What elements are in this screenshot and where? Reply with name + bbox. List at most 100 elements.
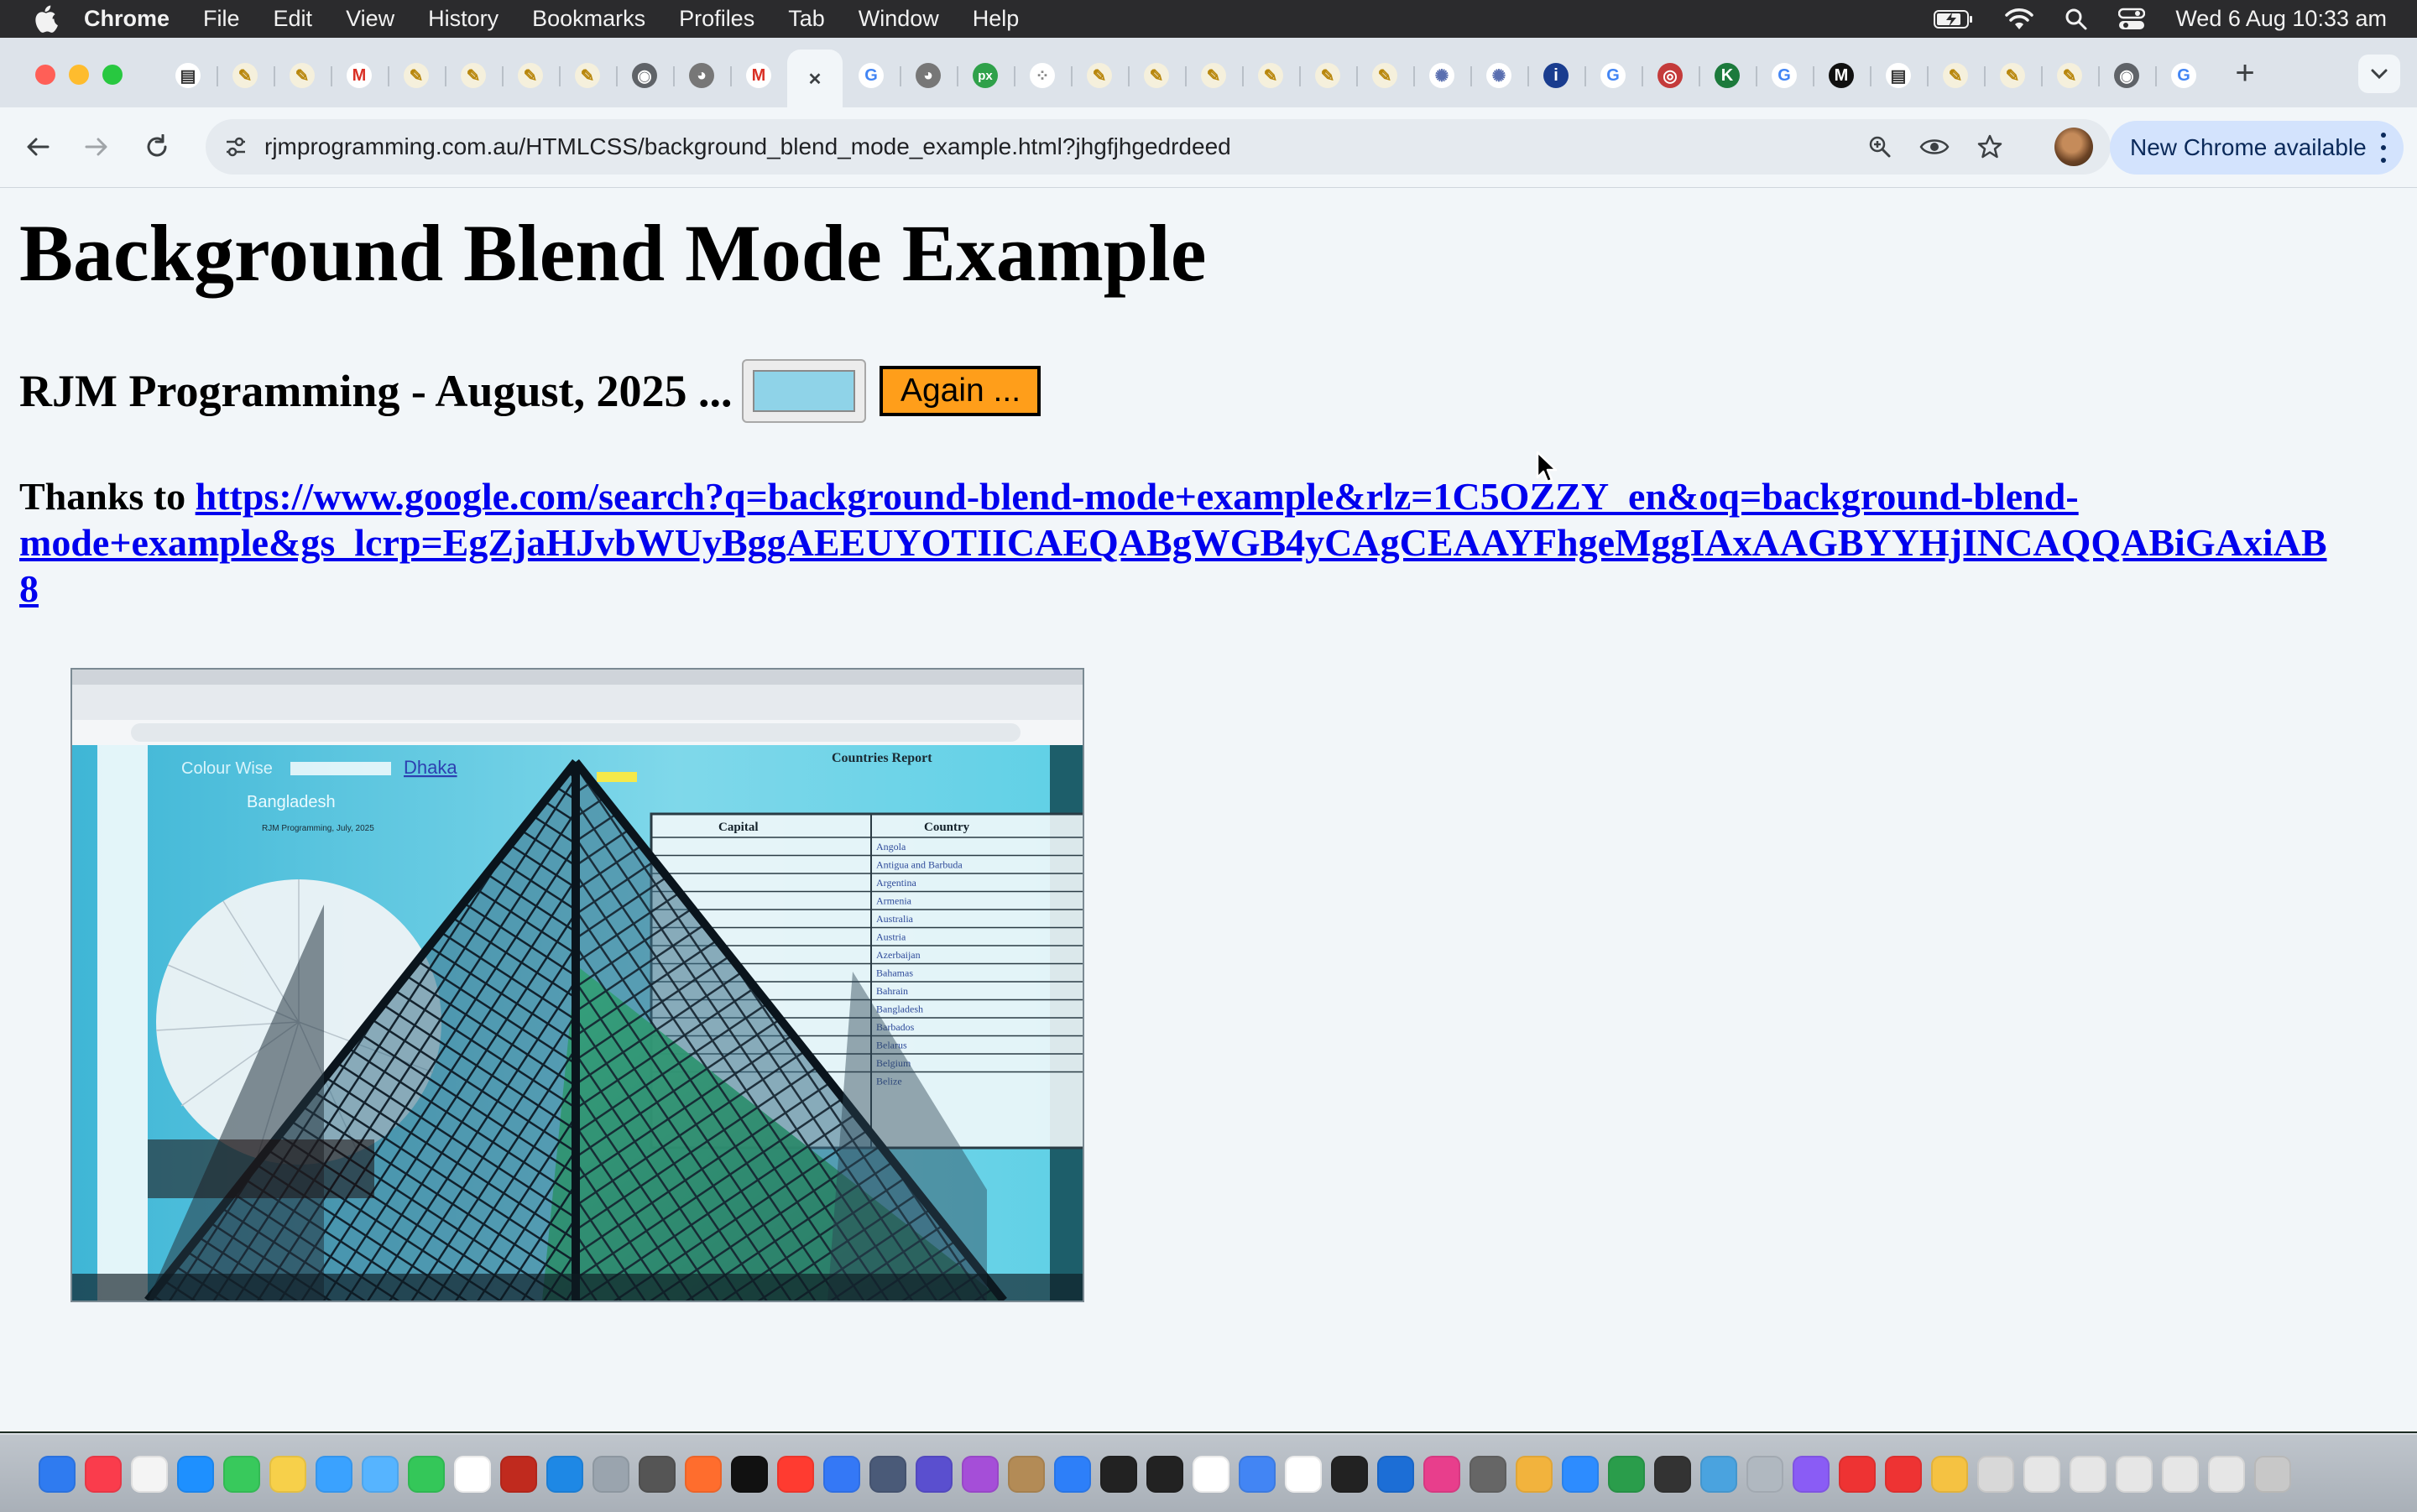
zoom-window-button[interactable] (102, 65, 123, 85)
dock-gimp-icon[interactable] (1700, 1456, 1737, 1493)
browser-tab[interactable]: ✎ (2041, 50, 2098, 102)
reload-button[interactable] (136, 126, 178, 168)
menu-window[interactable]: Window (859, 6, 939, 32)
menu-history[interactable]: History (428, 6, 499, 32)
address-bar[interactable]: rjmprogramming.com.au/HTMLCSS/background… (206, 119, 2111, 175)
menu-view[interactable]: View (346, 6, 394, 32)
dock-folder-3-icon[interactable] (2208, 1456, 2245, 1493)
dock-drawing-icon[interactable] (1608, 1456, 1645, 1493)
menu-bookmarks[interactable]: Bookmarks (532, 6, 645, 32)
browser-tab[interactable]: ✎ (274, 50, 331, 102)
dock-photos-icon[interactable] (869, 1456, 906, 1493)
kebab-menu-icon[interactable] (2378, 133, 2388, 163)
menubar-clock[interactable]: Wed 6 Aug 10:33 am (2175, 6, 2387, 32)
dock-app-store-icon[interactable] (546, 1456, 583, 1493)
dock-safari-icon[interactable] (823, 1456, 860, 1493)
new-chrome-available-button[interactable]: New Chrome available (2110, 121, 2404, 175)
browser-tab[interactable]: ✎ (1071, 50, 1128, 102)
menu-profiles[interactable]: Profiles (679, 6, 754, 32)
browser-tab[interactable]: ✎ (1128, 50, 1185, 102)
menu-tab[interactable]: Tab (788, 6, 825, 32)
dock-flashcard-icon[interactable] (1931, 1456, 1968, 1493)
dock-quicktime-icon[interactable] (1377, 1456, 1414, 1493)
dock-intellij-icon[interactable] (1423, 1456, 1460, 1493)
dock-tips-icon[interactable] (1977, 1456, 2014, 1493)
dock-paint-icon[interactable] (1516, 1456, 1553, 1493)
close-tab-icon[interactable]: ✕ (802, 66, 827, 91)
dock-zoom-icon[interactable] (1562, 1456, 1599, 1493)
dock-pages-icon[interactable] (1193, 1456, 1229, 1493)
menu-app-chrome[interactable]: Chrome (84, 6, 170, 32)
dock-files-icon[interactable] (1285, 1456, 1322, 1493)
again-button[interactable]: Again ... (880, 366, 1041, 416)
dock-terminal-icon[interactable] (1100, 1456, 1137, 1493)
new-tab-button[interactable]: + (2226, 55, 2264, 93)
profile-avatar[interactable] (2054, 128, 2093, 166)
battery-icon[interactable] (1934, 9, 1974, 29)
dock-firefox-icon[interactable] (685, 1456, 722, 1493)
dock-system-settings-icon[interactable] (1470, 1456, 1506, 1493)
dock-bbedit-icon[interactable] (916, 1456, 953, 1493)
browser-tab[interactable]: ✎ (217, 50, 274, 102)
browser-tab[interactable]: ◎ (1642, 50, 1699, 102)
browser-tab[interactable]: G (1584, 50, 1642, 102)
dock-news-icon[interactable] (777, 1456, 814, 1493)
browser-tab[interactable]: M (331, 50, 388, 102)
tab-search-button[interactable] (2358, 55, 2400, 93)
browser-tab[interactable]: ◉ (616, 50, 673, 102)
back-button[interactable] (17, 126, 59, 168)
menu-edit[interactable]: Edit (274, 6, 313, 32)
browser-tab[interactable]: ✎ (1299, 50, 1356, 102)
dock-opera-icon[interactable] (1885, 1456, 1922, 1493)
browser-tab[interactable]: ▤ (1870, 50, 1927, 102)
dock-maps-icon[interactable] (316, 1456, 352, 1493)
site-info-icon[interactable] (219, 130, 253, 164)
control-center-icon[interactable] (2118, 8, 2146, 31)
browser-tab[interactable]: px (957, 50, 1014, 102)
dock-reminders-icon[interactable] (131, 1456, 168, 1493)
dock-chrome-icon[interactable] (1239, 1456, 1276, 1493)
url-text[interactable]: rjmprogramming.com.au/HTMLCSS/background… (264, 119, 1231, 175)
browser-tab[interactable]: ✎ (1356, 50, 1413, 102)
wifi-icon[interactable] (2004, 8, 2034, 31)
dock-finder-icon[interactable] (39, 1456, 76, 1493)
minimize-window-button[interactable] (69, 65, 89, 85)
browser-tab[interactable]: G (2155, 50, 2212, 102)
spotlight-search-icon[interactable] (2065, 8, 2088, 31)
menu-help[interactable]: Help (973, 6, 1020, 32)
browser-tab[interactable]: i (1527, 50, 1584, 102)
browser-tab[interactable]: G (1756, 50, 1813, 102)
dock-music-icon[interactable] (85, 1456, 122, 1493)
browser-tab[interactable]: ✕ (787, 50, 843, 108)
browser-tab[interactable]: ✎ (1185, 50, 1242, 102)
google-search-link-line-1[interactable]: https://www.google.com/search?q=backgrou… (196, 475, 2079, 518)
browser-tab[interactable]: ✎ (388, 50, 445, 102)
zoom-icon[interactable] (1863, 130, 1897, 164)
dock-calculator-icon[interactable] (593, 1456, 629, 1493)
browser-tab[interactable]: ✺ (1470, 50, 1527, 102)
dock-calendar-icon[interactable] (1746, 1456, 1783, 1493)
browser-tab[interactable]: ✎ (1984, 50, 2041, 102)
browser-tab[interactable]: M (730, 50, 787, 102)
dock-downloads-icon[interactable] (2070, 1456, 2106, 1493)
browser-tab[interactable]: ✎ (1927, 50, 1984, 102)
google-search-link-line-2[interactable]: mode+example&gs_lcrp=EgZjaHJvbWUyBggAEEU… (19, 521, 2327, 564)
browser-tab[interactable]: K (1699, 50, 1756, 102)
browser-tab[interactable]: ✎ (445, 50, 502, 102)
dock-messages-icon[interactable] (223, 1456, 260, 1493)
color-picker-input[interactable] (742, 359, 867, 423)
dock-folder-2-icon[interactable] (2162, 1456, 2199, 1493)
eye-icon[interactable] (1918, 130, 1951, 164)
menu-file[interactable]: File (203, 6, 240, 32)
browser-tab[interactable]: ◕ (900, 50, 957, 102)
dock-textedit-icon[interactable] (454, 1456, 491, 1493)
browser-tab[interactable]: ◕ (673, 50, 730, 102)
dock-apple-tv-icon[interactable] (731, 1456, 768, 1493)
dock-preview-icon[interactable] (639, 1456, 676, 1493)
browser-tab[interactable]: ⁘ (1014, 50, 1071, 102)
dock-filezilla-icon[interactable] (500, 1456, 537, 1493)
dock-podcasts-icon[interactable] (962, 1456, 999, 1493)
google-search-link-line-3[interactable]: 8 (19, 567, 39, 610)
dock-archive-icon[interactable] (1008, 1456, 1045, 1493)
dock-documents-icon[interactable] (2023, 1456, 2060, 1493)
